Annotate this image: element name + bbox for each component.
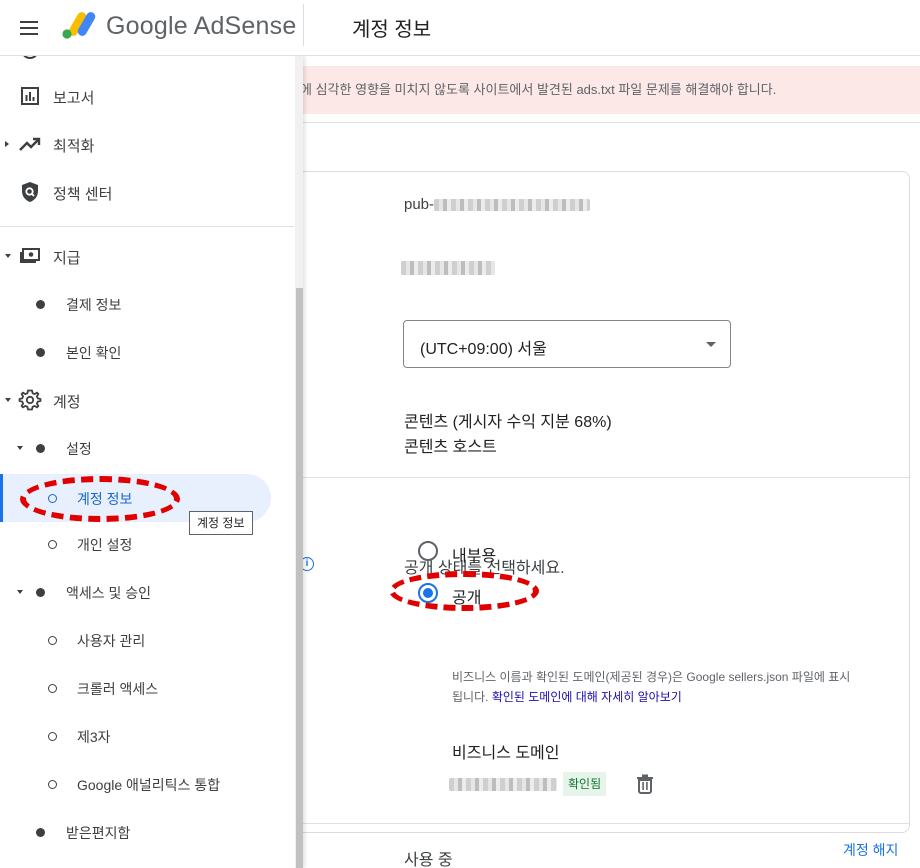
sidebar-item-label: 계정 정보 [77, 491, 133, 507]
sidebar-item-label: 액세스 및 승인 [66, 585, 152, 601]
top-app-bar: Google AdSense 계정 정보 [0, 0, 920, 56]
sidebar-scrollbar-thumb[interactable] [296, 288, 303, 868]
hamburger-menu-icon[interactable] [18, 16, 42, 40]
account-status: 사용 중 [404, 852, 453, 868]
close-account-link[interactable]: 계정 해지 [843, 840, 898, 860]
bullet-dot-icon [36, 300, 45, 309]
bullet-ring-icon [48, 684, 57, 693]
sidebar-item-label: 본인 확인 [66, 345, 122, 361]
sidebar-item-label: 개인 설정 [77, 537, 133, 553]
sidebar-item-policy-center[interactable]: 정책 센터 [0, 168, 294, 216]
brand-name: Google AdSense [106, 12, 297, 40]
collapse-arrow-icon [5, 398, 11, 402]
sidebar-item-reports[interactable]: 보고서 [0, 72, 294, 120]
sidebar-item-label: 사용자 관리 [77, 633, 146, 649]
radio-public-label[interactable]: 공개 [452, 584, 481, 608]
publisher-id: pub- [404, 196, 591, 213]
card-divider [281, 823, 909, 824]
sidebar-item-payment-info[interactable]: 결제 정보 [0, 280, 294, 328]
sidebar-item-payments[interactable]: 지급 [0, 232, 294, 280]
business-domain-title: 비즈니스 도메인 [452, 745, 560, 762]
bullet-dot-icon [36, 588, 45, 597]
sidebar-item-third-parties[interactable]: 제3자 [0, 712, 294, 760]
publisher-id-prefix: pub- [404, 196, 435, 213]
bullet-ring-icon [48, 494, 57, 503]
redacted-publisher-id [434, 199, 591, 212]
redacted-value [401, 261, 495, 275]
partial-nav-icon [23, 56, 37, 59]
timezone-value: (UTC+09:00) 서울 [420, 341, 547, 358]
redacted-domain [449, 778, 557, 791]
sidebar-divider [0, 226, 294, 227]
content-host: 콘텐츠 호스트 [404, 439, 497, 456]
sidebar-item-optimization[interactable]: 최적화 [0, 120, 294, 168]
sidebar-item-label: 제3자 [77, 729, 111, 745]
expand-arrow-icon [5, 141, 9, 147]
tooltip: 계정 정보 [189, 511, 253, 535]
ads-txt-alert-banner: 에 심각한 영향을 미치지 않도록 사이트에서 발견된 ads.txt 파일 문… [298, 66, 920, 114]
visibility-help-text: 비즈니스 이름과 확인된 도메인(제공된 경우)은 Google sellers… [452, 667, 852, 707]
radio-public[interactable] [418, 583, 438, 603]
sidebar-item-label: 지급 [53, 250, 81, 267]
sidebar-item-label: 결제 정보 [66, 297, 122, 313]
collapse-arrow-icon [5, 254, 11, 258]
policy-shield-icon [22, 182, 38, 202]
bullet-dot-icon [36, 828, 45, 837]
delete-icon[interactable] [636, 774, 654, 794]
dropdown-caret-icon [706, 342, 716, 347]
divider [298, 122, 920, 123]
timezone-select[interactable]: (UTC+09:00) 서울 [403, 320, 731, 368]
bullet-dot-icon [36, 444, 45, 453]
sidebar-item-label: 최적화 [53, 138, 95, 155]
sidebar-item-settings[interactable]: 설정 [0, 424, 294, 472]
collapse-arrow-icon [17, 446, 23, 450]
sidebar-item-crawler-access[interactable]: 크롤러 액세스 [0, 664, 294, 712]
sidebar-item-identity-verification[interactable]: 본인 확인 [0, 328, 294, 376]
collapse-arrow-icon [17, 590, 23, 594]
account-info-card: pub- (UTC+09:00) 서울 콘텐츠 (게시자 수익 지분 68%) … [280, 171, 910, 868]
sidebar-nav: 보고서 최적화 정책 센터 지급 결제 정보 본인 확인 계정 설정 계정 정보… [0, 56, 303, 868]
bullet-ring-icon [48, 636, 57, 645]
sidebar-item-label: 받은편지함 [66, 825, 131, 841]
topbar-divider [303, 4, 304, 46]
bullet-ring-icon [48, 540, 57, 549]
sidebar-item-label: 보고서 [53, 90, 95, 107]
sidebar-item-google-analytics[interactable]: Google 애널리틱스 통합 [0, 760, 294, 808]
bullet-dot-icon [36, 348, 45, 357]
payments-icon [20, 248, 40, 263]
sidebar-item-label: Google 애널리틱스 통합 [77, 777, 221, 793]
bullet-ring-icon [48, 732, 57, 741]
card-divider [281, 477, 909, 478]
sidebar-item-label: 크롤러 액세스 [77, 681, 159, 697]
sidebar-item-label: 설정 [66, 441, 92, 457]
sidebar-item-inbox[interactable]: 받은편지함 [0, 808, 294, 856]
sidebar-item-label: 정책 센터 [53, 186, 113, 203]
verified-badge: 확인됨 [563, 772, 607, 796]
adsense-logo-icon [62, 12, 96, 39]
learn-more-link[interactable]: 확인된 도메인에 대해 자세히 알아보기 [492, 690, 682, 704]
sidebar-item-user-management[interactable]: 사용자 관리 [0, 616, 294, 664]
gear-icon [18, 389, 42, 411]
bullet-ring-icon [48, 780, 57, 789]
page-title: 계정 정보 [352, 19, 432, 41]
active-indicator [0, 474, 3, 522]
sidebar-item-label: 계정 [53, 394, 81, 411]
radio-internal[interactable] [418, 541, 438, 561]
sidebar-item-account[interactable]: 계정 [0, 376, 294, 424]
radio-internal-label[interactable]: 내부용 [452, 542, 496, 566]
bar-chart-icon [21, 87, 39, 105]
sidebar-item-access-authorization[interactable]: 액세스 및 승인 [0, 568, 294, 616]
content-type: 콘텐츠 (게시자 수익 지분 68%) [404, 414, 612, 431]
trending-up-icon [19, 137, 41, 151]
